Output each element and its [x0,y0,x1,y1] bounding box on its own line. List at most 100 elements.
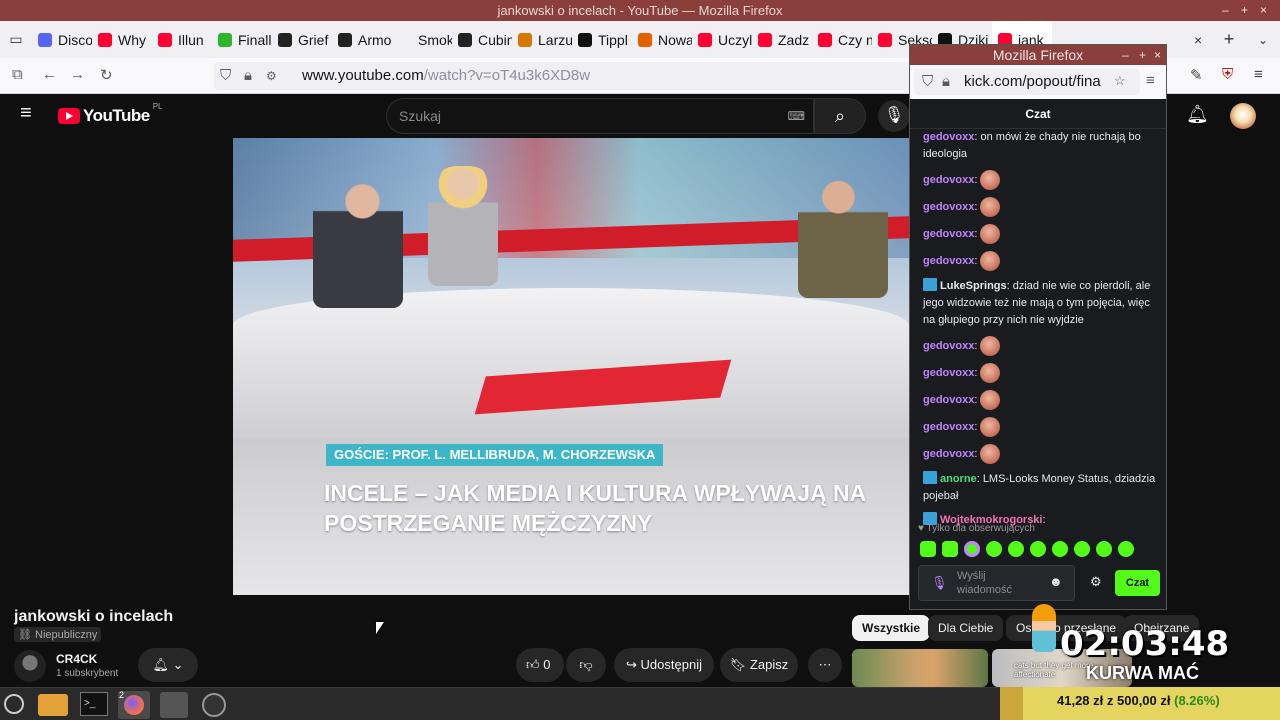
bookmark-star-icon[interactable]: ☆ [1114,73,1126,89]
close-window-button[interactable]: × [1260,0,1267,21]
browser-tab[interactable]: Grief [272,21,332,58]
chat-window-title: Mozilla Firefox [992,47,1084,63]
chat-settings-icon[interactable]: ⚙ [1090,574,1102,590]
chat-username[interactable]: gedovoxx [923,421,974,433]
browser-tab[interactable]: Uczyl [692,21,752,58]
browser-tab[interactable]: Larzu [512,21,572,58]
browser-tab[interactable]: Why [92,21,152,58]
emote-10[interactable] [1118,541,1134,557]
channel-name[interactable]: CR4CK [56,652,97,666]
emote-3[interactable] [964,541,980,557]
face-emote-icon [980,251,1001,271]
chat-username[interactable]: gedovoxx [923,340,974,352]
emote-4[interactable] [986,541,1002,557]
terminal-icon[interactable]: >_ [80,692,108,716]
chat-input[interactable]: 🎙︎ Wyślij wiadomość ☻ [918,565,1075,601]
chat-username[interactable]: gedovoxx [923,255,974,267]
browser-tab[interactable]: Czy n [812,21,872,58]
followers-only-notice: ♥ Tylko dla obserwujących [918,523,1035,534]
browser-tab[interactable]: Finall [212,21,272,58]
microphone-icon[interactable]: 🎙︎ [931,575,948,591]
emote-9[interactable] [1096,541,1112,557]
emote-5[interactable] [1008,541,1024,557]
chip-all[interactable]: Wszystkie [852,615,931,641]
voice-search-icon[interactable]: 🎙︎ [878,100,910,132]
browser-tab[interactable]: Armo [332,21,392,58]
chip-for-you[interactable]: Dla Ciebie [928,615,1004,641]
keyboard-icon[interactable]: ⌨ [788,99,805,133]
chat-username[interactable]: gedovoxx [923,448,974,460]
tab-overflow-icon[interactable]: ⌄ [1246,33,1280,47]
chat-close-button[interactable]: × [1154,45,1161,65]
search-button[interactable]: ⌕ [814,98,866,134]
share-button[interactable]: ↪ Udostępnij [614,648,714,682]
emoji-icon[interactable]: ☻ [1049,574,1063,589]
reload-icon[interactable]: ↻ [100,66,113,84]
maximize-button[interactable]: + [1241,0,1248,21]
start-menu-icon[interactable] [4,694,24,714]
youtube-logo[interactable]: YouTube PL [58,102,163,126]
subscription-bell-button[interactable]: 🔔︎ ⌄ [138,648,198,682]
chat-username[interactable]: anorne [940,473,977,485]
close-tab-icon[interactable]: × [1194,32,1212,48]
forward-icon[interactable]: → [70,66,85,83]
emote-6[interactable] [1030,541,1046,557]
steam-icon[interactable] [160,692,188,718]
ublock-icon[interactable]: ⛨ [1222,66,1233,83]
browser-tab[interactable]: Tippl [572,21,632,58]
like-button[interactable]: 👍︎ 0 [516,648,564,682]
extensions-icon[interactable]: ✎ [1190,66,1203,84]
chat-username[interactable]: gedovoxx [923,228,974,240]
menu-icon[interactable]: ≡ [1254,66,1263,83]
emote-8[interactable] [1074,541,1090,557]
chat-username[interactable]: gedovoxx [923,174,974,186]
sidebar-toggle-icon[interactable]: ⧉ [12,66,23,83]
share-icon: ↪ [626,657,637,672]
donation-goal-bar: 41,28 zł z 500,00 zł (8.26%) [1000,687,1280,720]
chat-minimize-button[interactable]: – [1122,45,1129,65]
recommended-thumbnail[interactable] [852,649,988,687]
chat-menu-icon[interactable]: ≡ [1146,72,1155,89]
avatar[interactable] [1230,103,1256,129]
emote-7[interactable] [1052,541,1068,557]
firefox-icon[interactable]: 2 [118,690,150,719]
tab-list-icon[interactable]: ▭ [0,31,32,48]
hamburger-menu-icon[interactable]: ≡ [20,102,32,125]
minimize-button[interactable]: – [1222,0,1229,21]
tab-favicon-icon [578,32,592,47]
save-button[interactable]: 🔖︎ Zapisz [720,648,798,682]
browser-tab[interactable]: Smoke [392,21,452,58]
chat-username[interactable]: gedovoxx [923,131,974,143]
permissions-icon: ⚙ [266,69,277,83]
emote-2[interactable] [942,541,958,557]
dislike-button[interactable]: 👎︎ [566,648,606,682]
new-tab-icon[interactable]: + [1212,29,1246,50]
chat-message: LukeSprings: dziad nie wie co pierdoli, … [923,278,1151,326]
shield-icon: ⛉ [220,67,232,84]
back-icon[interactable]: ← [42,66,57,83]
chat-username[interactable]: gedovoxx [923,201,974,213]
file-manager-icon[interactable] [38,694,68,716]
url-bar[interactable]: ⛉ 🔒︎ ⚙ www.youtube.com/watch?v=oT4u3k6XD… [214,62,914,90]
window-titlebar: jankowski o incelach - YouTube — Mozilla… [0,0,1280,21]
chat-maximize-button[interactable]: + [1139,45,1146,65]
chat-username[interactable]: LukeSprings [940,280,1007,292]
browser-tab[interactable]: Illun [152,21,212,58]
chat-url-bar[interactable]: ⛉ 🔒︎ kick.com/popout/fina ☆ ≡ [910,65,1166,99]
channel-avatar[interactable] [14,650,46,682]
browser-tab[interactable]: Zadz [752,21,812,58]
chat-username[interactable]: gedovoxx [923,394,974,406]
chat-username[interactable]: gedovoxx [923,367,974,379]
chat-send-button[interactable]: Czat [1115,570,1160,596]
chat-message: gedovoxx: [910,417,1166,437]
video-player[interactable]: GOŚCIE: PROF. L. MELLIBRUDA, M. CHORZEWS… [233,138,909,595]
browser-tab[interactable]: Disco [32,21,92,58]
browser-tab[interactable]: Cubin [452,21,512,58]
more-actions-button[interactable]: ⋯ [808,648,842,682]
youtube-play-icon [58,108,80,124]
browser-tab[interactable]: Nowa [632,21,692,58]
notifications-bell-icon[interactable]: 🔔︎ [1186,104,1209,125]
obs-icon[interactable] [202,693,226,717]
emote-1[interactable] [920,541,936,557]
search-input[interactable]: Szukaj ⌨ [386,98,814,134]
